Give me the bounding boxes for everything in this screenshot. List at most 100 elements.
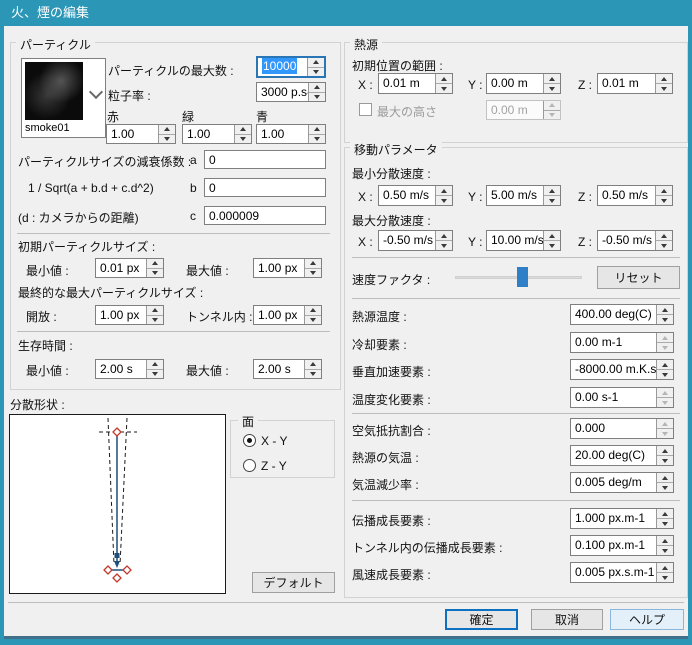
rate-field[interactable]: 3000 p.s-1 (256, 82, 326, 102)
separator (352, 413, 680, 414)
blue-spinner[interactable] (308, 125, 325, 143)
ambient-temp-field[interactable]: 20.00 deg(C) (570, 445, 674, 466)
temp-change-field[interactable]: 0.00 s-1 (570, 387, 674, 408)
wind-growth-field[interactable]: 0.005 px.s.m-1 (570, 562, 674, 583)
decay-c-field[interactable]: 0.000009 (204, 206, 326, 225)
footer-separator (8, 602, 684, 603)
decay-label: パーティクルサイズの減衰係数 : (18, 153, 191, 170)
decay-b-field[interactable]: 0 (204, 178, 326, 197)
initial-min-label: 最小値 : (26, 262, 69, 279)
max-height-label: 最大の高さ (377, 103, 437, 120)
decay-c-label: c (190, 209, 196, 223)
blue-field[interactable]: 1.00 (256, 124, 326, 144)
tunnel-propagation-spinner[interactable] (656, 536, 673, 555)
propagation-growth-field[interactable]: 1.000 px.m-1 (570, 508, 674, 529)
lifetime-label: 生存時間 : (18, 337, 73, 354)
final-tunnel-spinner[interactable] (304, 306, 321, 324)
title-bar[interactable]: 火、煙の編集 (0, 0, 692, 26)
window-bottom-edge (4, 636, 688, 639)
radio-plane-zy[interactable] (243, 459, 256, 472)
min-z-field[interactable]: 0.50 m/s (597, 185, 673, 206)
final-tunnel-label: トンネル内 : (186, 308, 252, 325)
heat-temp-field[interactable]: 400.00 deg(C) (570, 304, 674, 325)
green-label: 緑 (182, 108, 194, 125)
max-y-spinner[interactable] (543, 231, 560, 250)
cancel-button[interactable]: 取消 (531, 609, 603, 630)
temp-change-label: 温度変化要素 : (352, 391, 431, 408)
speed-factor-slider-thumb[interactable] (517, 267, 528, 287)
temp-decrease-field[interactable]: 0.005 deg/m (570, 472, 674, 493)
max-y-field[interactable]: 10.00 m/s (486, 230, 561, 251)
window-title: 火、煙の編集 (11, 5, 89, 20)
heat-x-label: X : (358, 78, 373, 92)
max-x-field[interactable]: -0.50 m/s (378, 230, 453, 251)
rate-spinner[interactable] (308, 83, 325, 101)
min-z-label: Z : (578, 190, 592, 204)
radio-plane-xy[interactable] (243, 434, 256, 447)
max-height-checkbox[interactable] (359, 103, 372, 116)
min-y-field[interactable]: 5.00 m/s (486, 185, 561, 206)
ambient-temp-spinner[interactable] (656, 446, 673, 465)
reset-button[interactable]: リセット (597, 266, 680, 289)
final-tunnel-field[interactable]: 1.00 px (253, 305, 322, 325)
heat-z-spinner[interactable] (655, 74, 672, 93)
chevron-down-icon[interactable] (89, 85, 103, 99)
green-field[interactable]: 1.00 (182, 124, 252, 144)
final-open-label: 開放 : (26, 308, 57, 325)
heat-x-field[interactable]: 0.01 m (378, 73, 453, 94)
help-button[interactable]: ヘルプ (610, 609, 684, 630)
vertical-accel-spinner[interactable] (656, 360, 673, 379)
max-z-field[interactable]: -0.50 m/s (597, 230, 673, 251)
initial-min-field[interactable]: 0.01 px (95, 258, 164, 278)
heat-x-spinner[interactable] (435, 74, 452, 93)
heat-z-label: Z : (578, 78, 592, 92)
max-count-field[interactable]: 10000 (256, 56, 326, 78)
final-open-spinner[interactable] (146, 306, 163, 324)
heat-y-field[interactable]: 0.00 m (486, 73, 561, 94)
separator (352, 257, 680, 258)
lifetime-min-field[interactable]: 2.00 s (95, 359, 164, 379)
red-field[interactable]: 1.00 (106, 124, 176, 144)
dialog-window: 火、煙の編集 パーティクル smoke01 パーティクルの最大数 : 10000… (0, 0, 692, 645)
propagation-growth-spinner[interactable] (656, 509, 673, 528)
max-z-spinner[interactable] (655, 231, 672, 250)
min-x-spinner[interactable] (435, 186, 452, 205)
initial-min-spinner[interactable] (146, 259, 163, 277)
dispersion-shape-label: 分散形状 : (10, 396, 65, 413)
tunnel-propagation-field[interactable]: 0.100 px.m-1 (570, 535, 674, 556)
particle-texture-dropdown[interactable]: smoke01 (21, 58, 106, 138)
green-spinner[interactable] (234, 125, 251, 143)
max-x-spinner[interactable] (435, 231, 452, 250)
initial-max-field[interactable]: 1.00 px (253, 258, 322, 278)
dispersion-shape-canvas[interactable] (9, 414, 226, 594)
temp-decrease-spinner[interactable] (656, 473, 673, 492)
heat-temp-spinner[interactable] (656, 305, 673, 324)
min-x-field[interactable]: 0.50 m/s (378, 185, 453, 206)
initial-max-label: 最大値 : (186, 262, 229, 279)
heat-source-group-label: 熱源 (350, 36, 382, 53)
air-resistance-field[interactable]: 0.000 (570, 418, 674, 439)
lifetime-min-label: 最小値 : (26, 362, 69, 379)
cooling-field[interactable]: 0.00 m-1 (570, 332, 674, 353)
min-z-spinner[interactable] (655, 186, 672, 205)
decay-formula: 1 / Sqrt(a + b.d + c.d^2) (28, 181, 154, 195)
max-x-label: X : (358, 235, 373, 249)
red-spinner[interactable] (158, 125, 175, 143)
heat-y-spinner[interactable] (543, 74, 560, 93)
max-count-spinner[interactable] (307, 58, 324, 76)
wind-growth-spinner[interactable] (656, 563, 673, 582)
decay-a-field[interactable]: 0 (204, 150, 326, 169)
dispersion-shape-drawing[interactable] (10, 415, 225, 593)
default-button[interactable]: デフォルト (252, 572, 335, 593)
lifetime-max-field[interactable]: 2.00 s (253, 359, 322, 379)
lifetime-max-spinner[interactable] (304, 360, 321, 378)
ok-button[interactable]: 確定 (445, 609, 518, 630)
initial-max-spinner[interactable] (304, 259, 321, 277)
min-y-spinner[interactable] (543, 186, 560, 205)
wind-growth-label: 風速成長要素 : (352, 566, 431, 583)
lifetime-min-spinner[interactable] (146, 360, 163, 378)
final-open-field[interactable]: 1.00 px (95, 305, 164, 325)
vertical-accel-field[interactable]: -8000.00 m.K.s-2 (570, 359, 674, 380)
heat-z-field[interactable]: 0.01 m (597, 73, 673, 94)
cooling-spinner (656, 333, 673, 352)
